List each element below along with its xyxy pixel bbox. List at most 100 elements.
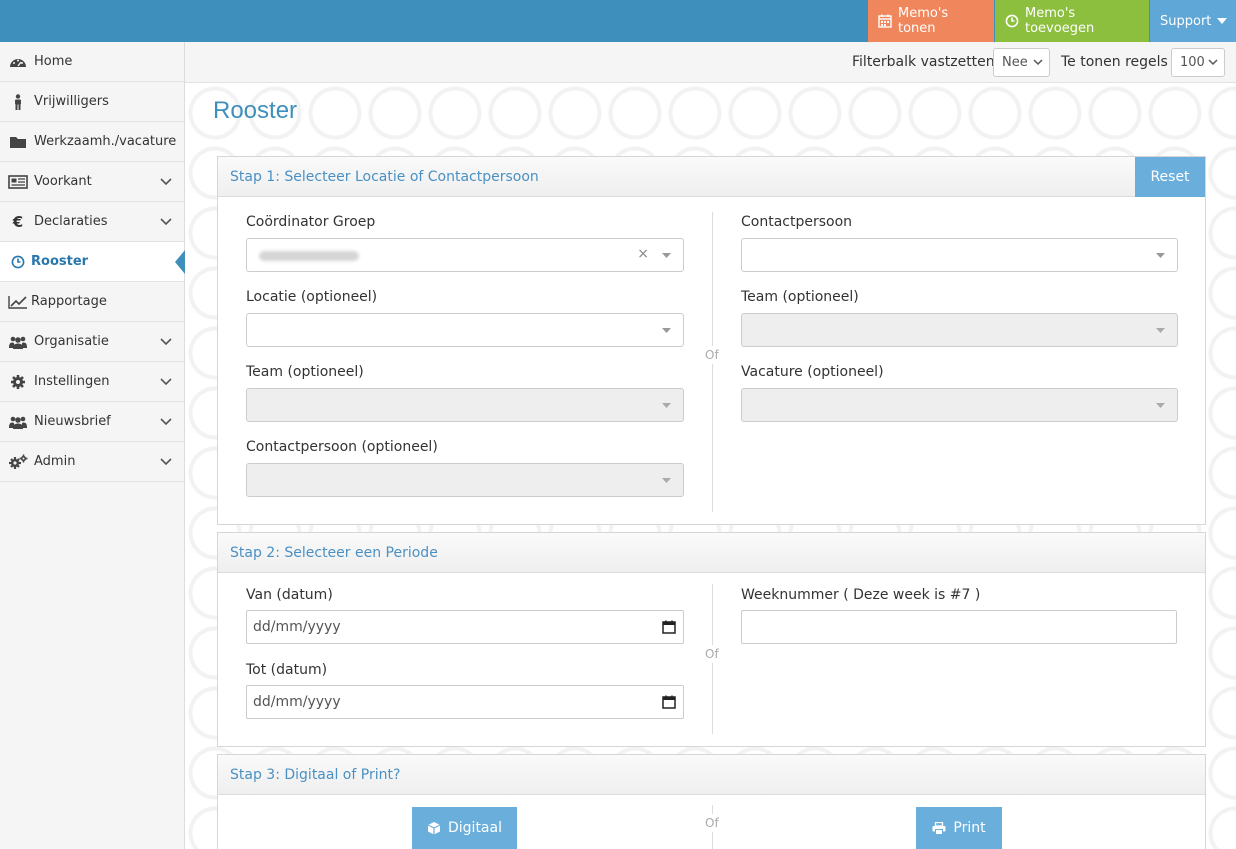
memo-add-label: Memo's toevoegen bbox=[1025, 6, 1095, 36]
to-date-placeholder: dd/mm/yyyy bbox=[253, 694, 341, 710]
users-icon bbox=[8, 332, 28, 352]
memo-add-button[interactable]: Memo's toevoegen bbox=[995, 0, 1149, 42]
coord-group-label: Coördinator Groep bbox=[246, 214, 376, 230]
sidebar-item-label: Rapportage bbox=[31, 294, 107, 309]
sidebar-item-label: Voorkant bbox=[34, 174, 92, 189]
step2-header: Stap 2: Selecteer een Periode bbox=[218, 533, 1205, 573]
sidebar-item-nieuwsbrief[interactable]: Nieuwsbrief bbox=[0, 402, 184, 442]
sidebar-item-werkzaamheden[interactable]: Werkzaamh./vacature bbox=[0, 122, 184, 162]
sidebar-item-label: Instellingen bbox=[34, 374, 110, 389]
coord-group-select[interactable]: × bbox=[246, 238, 684, 272]
gears-icon bbox=[8, 452, 28, 472]
week-number-label: Weeknummer ( Deze week is #7 ) bbox=[741, 587, 981, 603]
step2-title: Stap 2: Selecteer een Periode bbox=[230, 544, 438, 561]
team-right-select[interactable] bbox=[741, 313, 1178, 347]
chevron-down-icon bbox=[1208, 59, 1218, 66]
sidebar-item-label: Nieuwsbrief bbox=[34, 414, 111, 429]
week-number-input[interactable] bbox=[741, 610, 1177, 644]
sidebar-item-label: Organisatie bbox=[34, 334, 109, 349]
caret-down-icon bbox=[662, 403, 671, 408]
from-date-label: Van (datum) bbox=[246, 587, 333, 603]
gear-icon bbox=[8, 372, 28, 392]
digital-button[interactable]: Digitaal bbox=[412, 807, 517, 849]
chevron-down-icon bbox=[160, 455, 172, 470]
sidebar-item-declaraties[interactable]: € Declaraties bbox=[0, 202, 184, 242]
sidebar-item-instellingen[interactable]: Instellingen bbox=[0, 362, 184, 402]
or-label: Of bbox=[705, 645, 719, 663]
rows-label: Te tonen regels bbox=[1061, 54, 1168, 70]
print-label: Print bbox=[953, 820, 986, 836]
support-dropdown[interactable]: Support bbox=[1150, 0, 1236, 42]
caret-down-icon bbox=[662, 328, 671, 333]
caret-down-icon bbox=[662, 253, 671, 258]
sidebar-item-label: Werkzaamh./vacature bbox=[34, 134, 177, 149]
caret-down-icon bbox=[662, 478, 671, 483]
print-icon bbox=[932, 821, 946, 835]
sidebar-item-label: Home bbox=[34, 54, 73, 69]
cube-icon bbox=[427, 822, 441, 835]
top-bar: Memo's tonen Memo's toevoegen Support bbox=[0, 0, 1236, 42]
chevron-down-icon bbox=[1033, 59, 1043, 66]
clock-icon bbox=[1005, 14, 1019, 28]
newspaper-icon bbox=[8, 172, 28, 192]
sidebar-item-organisatie[interactable]: Organisatie bbox=[0, 322, 184, 362]
sidebar-item-vrijwilligers[interactable]: Vrijwilligers bbox=[0, 82, 184, 122]
or-label: Of bbox=[705, 814, 719, 832]
contact-label: Contactpersoon bbox=[741, 214, 853, 230]
sidebar-item-voorkant[interactable]: Voorkant bbox=[0, 162, 184, 202]
step2-panel: Stap 2: Selecteer een Periode Van (datum… bbox=[217, 532, 1206, 747]
sidebar-item-label: Admin bbox=[34, 454, 76, 469]
reset-button[interactable]: Reset bbox=[1135, 157, 1205, 197]
step1-panel: Stap 1: Selecteer Locatie of Contactpers… bbox=[217, 156, 1206, 525]
rows-select[interactable]: 100 bbox=[1171, 48, 1225, 77]
digital-label: Digitaal bbox=[448, 820, 502, 836]
filterbar-fix-select[interactable]: Nee bbox=[993, 48, 1050, 77]
sidebar-item-rapportage[interactable]: Rapportage bbox=[0, 282, 184, 322]
contact-optional-select[interactable] bbox=[246, 463, 684, 497]
sidebar-item-home[interactable]: Home bbox=[0, 42, 184, 82]
contact-select[interactable] bbox=[741, 238, 1178, 272]
filter-bar: Filterbalk vastzetten Nee Te tonen regel… bbox=[185, 42, 1236, 83]
page-title: Rooster bbox=[213, 97, 298, 124]
print-button[interactable]: Print bbox=[916, 807, 1002, 849]
contact-optional-label: Contactpersoon (optioneel) bbox=[246, 439, 438, 455]
step3-title: Stap 3: Digitaal of Print? bbox=[230, 766, 401, 783]
caret-down-icon bbox=[1156, 253, 1165, 258]
sidebar-item-label: Rooster bbox=[31, 254, 89, 269]
team-right-label: Team (optioneel) bbox=[741, 289, 859, 305]
sidebar-item-label: Declaraties bbox=[34, 214, 108, 229]
folder-icon bbox=[8, 132, 28, 152]
chevron-down-icon bbox=[160, 335, 172, 350]
team-left-select[interactable] bbox=[246, 388, 684, 422]
sidebar-item-label: Vrijwilligers bbox=[34, 94, 109, 109]
support-label: Support bbox=[1160, 13, 1212, 29]
person-icon bbox=[8, 92, 28, 112]
location-label: Locatie (optioneel) bbox=[246, 289, 378, 305]
clear-icon[interactable]: × bbox=[637, 246, 649, 262]
chevron-down-icon bbox=[160, 175, 172, 190]
to-date-input[interactable]: dd/mm/yyyy bbox=[246, 685, 684, 719]
vacancy-select[interactable] bbox=[741, 388, 1178, 422]
to-date-label: Tot (datum) bbox=[246, 662, 328, 678]
chevron-down-icon bbox=[160, 215, 172, 230]
rows-value: 100 bbox=[1180, 55, 1205, 70]
filterbar-fix-label: Filterbalk vastzetten bbox=[852, 54, 995, 70]
clock-icon bbox=[8, 252, 28, 272]
calendar-icon[interactable] bbox=[662, 695, 676, 709]
step1-title: Stap 1: Selecteer Locatie of Contactpers… bbox=[230, 168, 539, 185]
caret-down-icon bbox=[1156, 328, 1165, 333]
memo-show-label: Memo's tonen bbox=[898, 6, 949, 36]
step3-panel: Stap 3: Digitaal of Print? Digitaal Of P… bbox=[217, 754, 1206, 849]
chevron-down-icon bbox=[160, 375, 172, 390]
memo-show-button[interactable]: Memo's tonen bbox=[868, 0, 994, 42]
main-content: Rooster Stap 1: Selecteer Locatie of Con… bbox=[185, 83, 1236, 849]
chart-icon bbox=[8, 292, 28, 312]
from-date-input[interactable]: dd/mm/yyyy bbox=[246, 610, 684, 644]
location-select[interactable] bbox=[246, 313, 684, 347]
sidebar-item-rooster[interactable]: Rooster bbox=[0, 242, 185, 282]
sidebar-item-admin[interactable]: Admin bbox=[0, 442, 184, 482]
dashboard-icon bbox=[8, 52, 28, 72]
caret-down-icon bbox=[1217, 17, 1228, 25]
calendar-icon[interactable] bbox=[662, 620, 676, 634]
caret-down-icon bbox=[1156, 403, 1165, 408]
